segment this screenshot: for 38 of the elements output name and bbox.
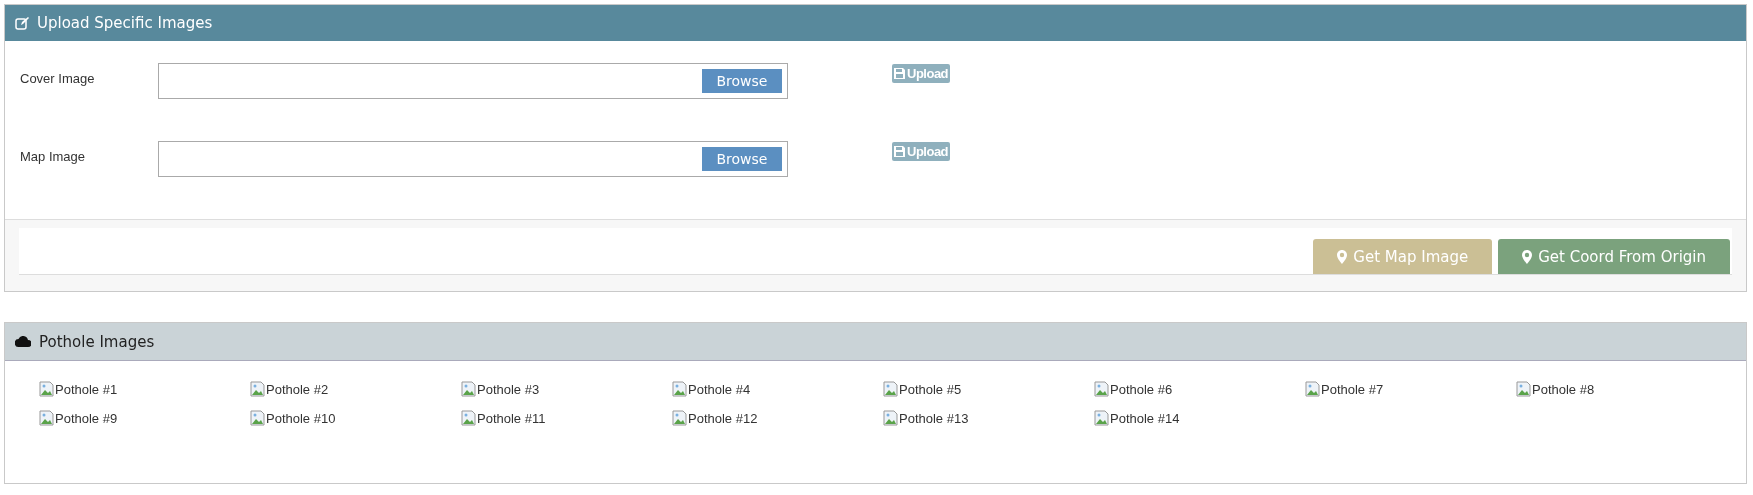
image-alt-text: Pothole #8 [1532, 381, 1595, 397]
field-label: Map Image [19, 149, 87, 164]
image-alt-text: Pothole #9 [55, 410, 118, 426]
image-alt-text: Pothole #1 [55, 381, 118, 397]
image-alt-text: Pothole #7 [1321, 381, 1384, 397]
map-pin-icon [1337, 249, 1348, 264]
image-alt-text: Pothole #6 [1110, 381, 1173, 397]
broken-image-icon [250, 410, 266, 426]
broken-image-icon [250, 381, 266, 397]
action-button[interactable]: Get Coord From Origin [1498, 239, 1730, 274]
image-alt-text: Pothole #13 [899, 410, 969, 426]
broken-image-icon [39, 410, 55, 426]
panel-title: Upload Specific Images [37, 14, 213, 32]
edit-icon [15, 16, 29, 30]
broken-image-icon [1094, 410, 1110, 426]
broken-image-icon [461, 410, 477, 426]
cloud-icon [15, 336, 31, 347]
map-pin-icon [1522, 249, 1533, 264]
broken-image-icon [39, 381, 55, 397]
image-alt-text: Pothole #2 [266, 381, 329, 397]
panel-title: Pothole Images [39, 332, 155, 351]
image-alt-text: Pothole #4 [688, 381, 751, 397]
image-alt-text: Pothole #3 [477, 381, 540, 397]
broken-image-icon [461, 381, 477, 397]
broken-image-icon [1305, 381, 1321, 397]
field-label: Cover Image [19, 71, 96, 86]
broken-image-icon [672, 410, 688, 426]
broken-image-icon [1094, 381, 1110, 397]
broken-image-icon [1516, 381, 1532, 397]
image-alt-text: Pothole #11 [477, 410, 546, 426]
broken-image-icon [672, 381, 688, 397]
broken-image-icon [883, 381, 899, 397]
image-alt-text: Pothole #10 [266, 410, 336, 426]
action-button[interactable]: Get Map Image [1313, 239, 1493, 274]
image-alt-text: Pothole #14 [1110, 410, 1180, 426]
image-alt-text: Pothole #12 [688, 410, 758, 426]
image-alt-text: Pothole #5 [899, 381, 962, 397]
broken-image-icon [883, 410, 899, 426]
